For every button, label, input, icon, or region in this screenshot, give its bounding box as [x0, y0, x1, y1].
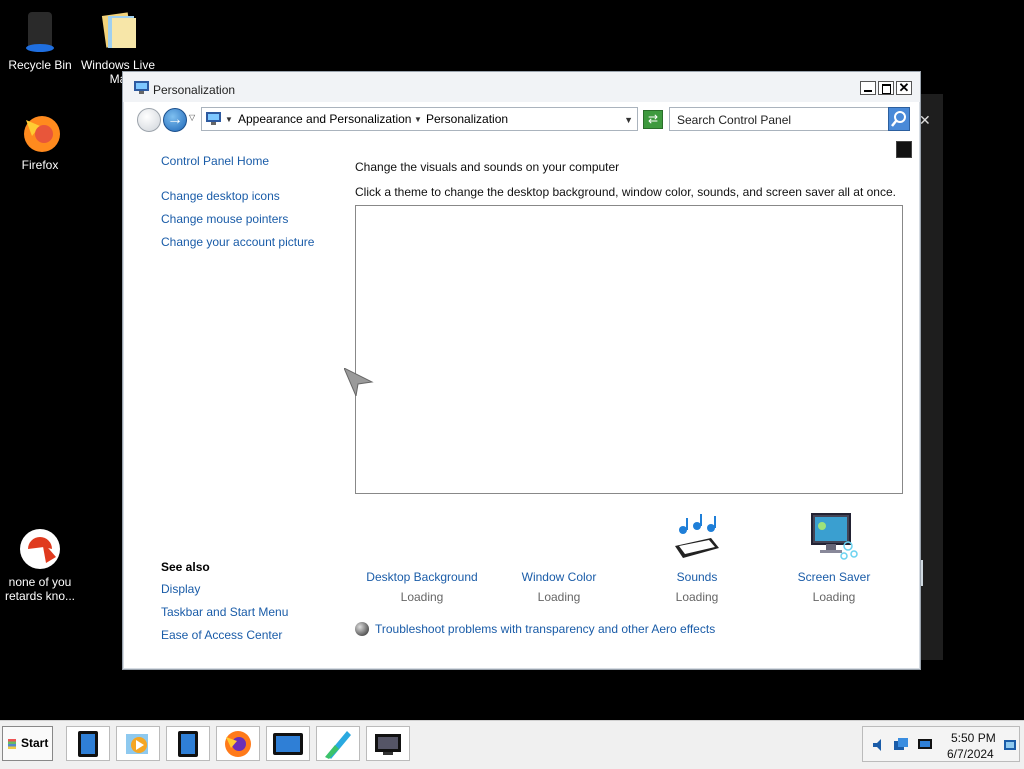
display-link[interactable]: Display: [161, 582, 200, 596]
screen-saver-option[interactable]: Screen Saver Loading: [764, 512, 904, 604]
pen-app-icon: [325, 730, 351, 759]
maximize-button[interactable]: [878, 81, 894, 95]
window-color-status: Loading: [537, 590, 581, 604]
start-label: Start: [21, 736, 49, 750]
media-player-icon: [126, 733, 148, 754]
search-button[interactable]: [888, 107, 910, 131]
tablet-icon: [178, 730, 198, 757]
system-tray: 5:50 PM 6/7/2024: [862, 726, 1020, 762]
address-bar[interactable]: ▼ Appearance and Personalization ▼ Perso…: [201, 107, 638, 131]
taskbar-start-menu-link[interactable]: Taskbar and Start Menu: [161, 605, 288, 619]
page-subheading: Click a theme to change the desktop back…: [355, 185, 896, 199]
monitor-icon: [273, 732, 303, 755]
forward-button[interactable]: →: [163, 108, 187, 132]
taskbar-app-device[interactable]: [166, 726, 210, 761]
screen-saver-icon: [811, 513, 858, 560]
back-button[interactable]: [137, 108, 161, 132]
desktop-background-option[interactable]: Desktop Background Loading: [352, 512, 492, 604]
search-icon: [891, 111, 906, 127]
chevron-down-icon[interactable]: ▼: [225, 115, 233, 124]
firefox-desktop-icon[interactable]: Firefox: [0, 110, 80, 172]
troubleshoot-icon: [355, 622, 369, 636]
minimize-button[interactable]: [860, 81, 876, 95]
volume-icon[interactable]: [871, 737, 887, 753]
ease-of-access-link[interactable]: Ease of Access Center: [161, 628, 282, 642]
taskbar-app-firefox[interactable]: [216, 726, 260, 761]
taskbar-app-tablet[interactable]: [66, 726, 110, 761]
desktop-background-status: Loading: [400, 590, 444, 604]
change-desktop-icons-link[interactable]: Change desktop icons: [161, 189, 280, 203]
mouse-cursor-icon: [344, 368, 374, 396]
clock-date[interactable]: 6/7/2024: [947, 747, 994, 761]
refresh-button[interactable]: ⇄: [643, 110, 663, 129]
background-window-edge: [921, 560, 923, 586]
sounds-option[interactable]: Sounds Loading: [627, 512, 767, 604]
taskbar-app-editor[interactable]: [316, 726, 360, 761]
see-also-heading: See also: [161, 560, 210, 574]
clock-time[interactable]: 5:50 PM: [951, 731, 996, 745]
taskbar-app-remote[interactable]: [366, 726, 410, 761]
show-desktop-icon[interactable]: [1003, 738, 1017, 752]
network-icon[interactable]: [893, 737, 909, 753]
desktop-icon-label: Recycle Bin: [8, 58, 72, 72]
taskbar-app-window[interactable]: [266, 726, 310, 761]
window-color-option[interactable]: Window Color Loading: [489, 512, 629, 604]
tablet-icon: [78, 730, 98, 757]
troubleshoot-label: Troubleshoot problems with transparency …: [375, 622, 716, 636]
firefox-icon: [225, 730, 251, 757]
screen-saver-status: Loading: [812, 590, 856, 604]
breadcrumb-personalization[interactable]: Personalization: [426, 112, 508, 126]
help-button[interactable]: [896, 141, 912, 158]
change-mouse-pointers-link[interactable]: Change mouse pointers: [161, 212, 288, 226]
title-bar[interactable]: Personalization ✕: [123, 72, 920, 102]
page-heading: Change the visuals and sounds on your co…: [355, 160, 620, 174]
windows-live-icon: [101, 12, 136, 48]
window-title: Personalization: [153, 83, 236, 97]
breadcrumb-appearance[interactable]: Appearance and Personalization: [238, 112, 411, 126]
display-tray-icon[interactable]: [917, 738, 933, 752]
search-input[interactable]: Search Control Panel: [677, 113, 791, 127]
sounds-link[interactable]: Sounds: [627, 570, 767, 584]
control-panel-home-link[interactable]: Control Panel Home: [161, 154, 269, 168]
search-box[interactable]: Search Control Panel: [669, 107, 910, 131]
windows-flag-icon: [8, 739, 16, 749]
control-panel-icon: [134, 81, 149, 94]
chevron-down-icon[interactable]: ▼: [414, 115, 422, 124]
control-panel-icon: [206, 112, 221, 125]
desktop-background-link[interactable]: Desktop Background: [352, 570, 492, 584]
screen-saver-link[interactable]: Screen Saver: [764, 570, 904, 584]
start-button[interactable]: Start: [2, 726, 53, 761]
taskbar-app-media-player[interactable]: [116, 726, 160, 761]
shortcut-desktop-icon[interactable]: none of you retards kno...: [0, 527, 80, 603]
sounds-status: Loading: [675, 590, 719, 604]
navigation-bar: → ▽ ▼ Appearance and Personalization ▼ P…: [131, 105, 911, 133]
recycle-bin-icon: [26, 12, 54, 52]
firefox-icon: [24, 116, 60, 152]
taskbar: Start 5:50 PM 6/7/2024: [0, 720, 1024, 769]
desktop-icon-label: none of you retards kno...: [4, 575, 76, 603]
window-color-link[interactable]: Window Color: [489, 570, 629, 584]
desktop-icon-label: Firefox: [21, 158, 59, 172]
close-button[interactable]: ✕: [896, 81, 912, 95]
troubleshoot-link[interactable]: Troubleshoot problems with transparency …: [355, 622, 715, 636]
theme-list[interactable]: [355, 205, 903, 494]
personalization-window: Personalization ✕ → ▽ ▼ Appearance and P…: [122, 71, 921, 670]
app-shortcut-icon: [20, 529, 60, 569]
sounds-icon: [675, 514, 719, 558]
history-dropdown-icon[interactable]: ▽: [189, 113, 195, 122]
recycle-bin-desktop-icon[interactable]: Recycle Bin: [0, 10, 80, 72]
change-account-picture-link[interactable]: Change your account picture: [161, 235, 314, 249]
address-dropdown-icon[interactable]: ▼: [624, 115, 633, 125]
remote-desktop-icon: [375, 733, 401, 755]
